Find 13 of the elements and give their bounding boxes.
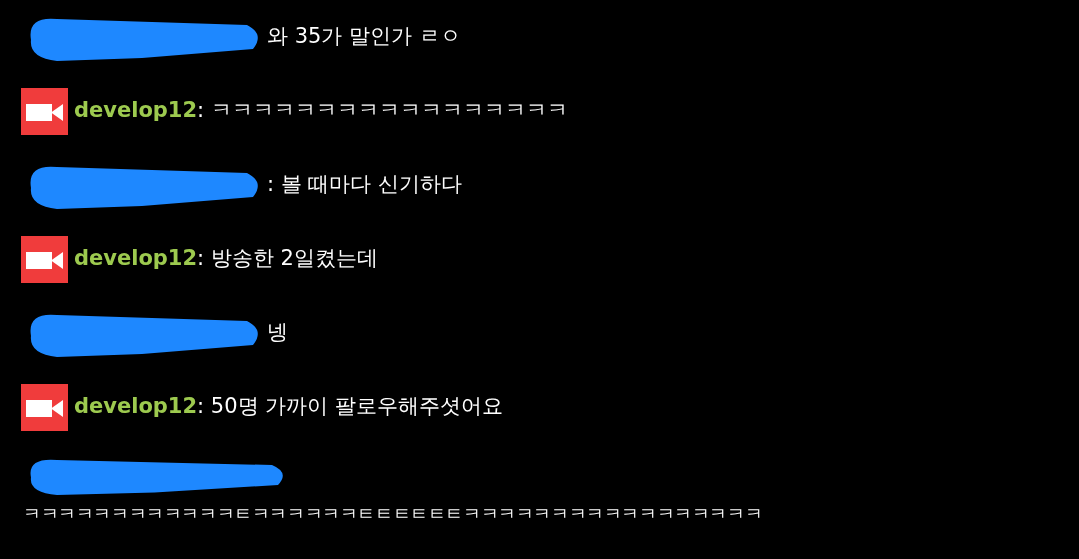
username: develop12 [74, 97, 198, 125]
username: develop12 [74, 245, 198, 273]
message-text: 넹 [267, 319, 288, 347]
video-camera-icon [21, 383, 68, 431]
message-text: : 볼 때마다 신기하다 [267, 171, 463, 199]
message-text: : 50명 가까이 팔로우해주셧어요 [197, 393, 503, 421]
message-text: ㅋㅋㅋㅋㅋㅋㅋㅋㅋㅋㅋㅋㅌㅋㅋㅋㅋㅋㅋㅌㅌㅌㅌㅌㅌㅋㅋㅋㅋㅋㅋㅋㅋㅋㅋㅋㅋㅋㅋㅋㅋㅋ [23, 502, 764, 526]
message-text: : ㅋㅋㅋㅋㅋㅋㅋㅋㅋㅋㅋㅋㅋㅋㅋㅋㅋ [197, 97, 568, 125]
username: develop12 [74, 393, 198, 421]
video-camera-icon [21, 235, 68, 283]
message-text: : 방송한 2일켰는데 [197, 245, 378, 273]
message-text: 와 35가 말인가 ㄹㅇ [267, 23, 461, 51]
video-camera-icon [21, 87, 68, 135]
